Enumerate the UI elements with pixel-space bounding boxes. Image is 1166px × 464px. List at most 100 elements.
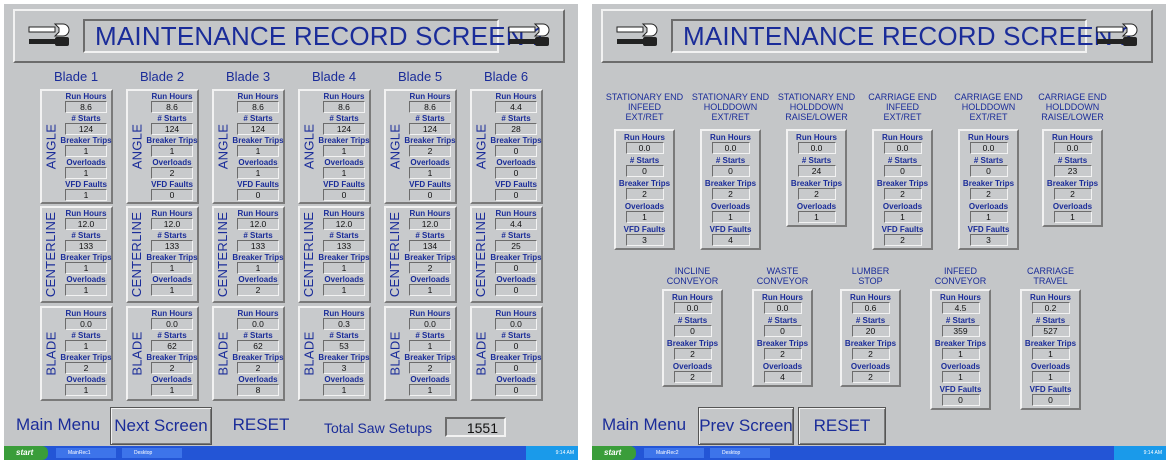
counter-label: Run Hours (151, 92, 193, 101)
counter-label: # Starts (157, 331, 187, 340)
start-button[interactable]: start (4, 446, 48, 460)
counter-block-blade: BLADE Run Hours 0.0 # Starts 0 Breaker Trips 0… (470, 306, 543, 401)
taskbar-item-desktop[interactable]: Desktop (710, 448, 770, 458)
group-label: ANGLE (42, 91, 60, 202)
counter-overloads: Overloads 1 (932, 362, 989, 383)
counter-value: 28 (495, 123, 537, 135)
counter-value: 2 (237, 284, 279, 296)
counter-value: 1 (65, 262, 107, 274)
counter-overloads: Overloads 0 (490, 375, 542, 396)
group-label-text: CENTERLINE (301, 211, 317, 298)
counter-label: Run Hours (323, 92, 365, 101)
taskbar-item-mainrec[interactable]: MainRec2 (644, 448, 704, 458)
counter-value: 134 (409, 240, 451, 252)
counter-value: 2 (409, 362, 451, 374)
taskbar-item-mainrec[interactable]: MainRec1 (56, 448, 116, 458)
counter-label: VFD Faults (967, 225, 1010, 234)
counter-breaker-trips: Breaker Trips 2 (664, 339, 721, 360)
counter-run-hours: Run Hours 8.6 (404, 92, 456, 113)
counter-starts: # Starts 62 (146, 331, 198, 352)
counter-label: Breaker Trips (490, 353, 542, 362)
counter-value: 3 (323, 362, 365, 374)
counter-label: # Starts (71, 231, 101, 240)
prev-screen-button[interactable]: Prev Screen (698, 407, 794, 445)
counter-label: # Starts (973, 156, 1004, 165)
counter-label: Breaker Trips (146, 253, 198, 262)
next-screen-button[interactable]: Next Screen (110, 407, 212, 445)
counter-block-centerline: CENTERLINE Run Hours 12.0 # Starts 133 Breake… (298, 206, 371, 303)
counter-run-hours: Run Hours 12.0 (404, 209, 456, 230)
counter-label: Overloads (672, 362, 713, 371)
counter-block: Run Hours 0.0 # Starts 24 Breaker Trips 2 Over… (786, 129, 847, 227)
counter-label: Overloads (882, 202, 923, 211)
counter-value: 0.0 (237, 318, 279, 330)
counter-value: 0.0 (763, 302, 802, 314)
counter-starts: # Starts 0 (664, 316, 721, 337)
counter-label: Overloads (152, 375, 192, 384)
wrench-icon (1093, 20, 1141, 52)
counter-value: 0.0 (495, 318, 537, 330)
counter-run-hours: Run Hours 0.0 (404, 309, 456, 330)
counter-label: Breaker Trips (962, 179, 1015, 188)
counter-label: # Starts (329, 114, 359, 123)
counter-label: Overloads (324, 158, 364, 167)
counter-label: Breaker Trips (618, 179, 671, 188)
counter-label: # Starts (157, 231, 187, 240)
counter-block-blade: BLADE Run Hours 0.0 # Starts 1 Breaker Trips 2… (40, 306, 113, 401)
counter-breaker-trips: Breaker Trips 2 (842, 339, 899, 360)
counter-block-blade: BLADE Run Hours 0.3 # Starts 53 Breaker Trips… (298, 306, 371, 401)
counter-value: 1 (1053, 211, 1092, 223)
group-heading-line: CARRIAGE END (1038, 92, 1107, 102)
counter-value: 0.0 (711, 142, 750, 154)
counter-value: 3 (625, 234, 664, 246)
group-heading-line: STOP (858, 276, 883, 286)
counter-label: Run Hours (850, 293, 891, 302)
counter-overloads: Overloads 1 (404, 158, 456, 179)
counter-value: 0.0 (797, 142, 836, 154)
counter-vfd-faults: VFD Faults 1 (60, 180, 112, 201)
counter-value: 12.0 (151, 218, 193, 230)
taskbar: start MainRec1 Desktop 9:14 AM (4, 446, 578, 460)
counter-starts: # Starts 0 (874, 156, 931, 177)
counter-value: 20 (851, 325, 890, 337)
counter-block: Run Hours 0.2 # Starts 527 Breaker Trips 1 Ove… (1020, 289, 1081, 410)
counter-breaker-trips: Breaker Trips 2 (874, 179, 931, 200)
counter-overloads: Overloads 1 (60, 158, 112, 179)
reset-button[interactable]: RESET (218, 407, 304, 445)
group-label: ANGLE (386, 91, 404, 202)
counter-label: Breaker Trips (404, 353, 456, 362)
main-menu-button[interactable]: Main Menu (8, 407, 108, 445)
counter-value: 124 (323, 123, 365, 135)
counter-starts: # Starts 53 (318, 331, 370, 352)
counter-label: Breaker Trips (232, 353, 284, 362)
group-heading-line: RAISE/LOWER (1041, 112, 1104, 122)
counter-value: 1 (409, 340, 451, 352)
group-heading-line: HOLDDOWN (961, 102, 1016, 112)
counter-breaker-trips: Breaker Trips 2 (754, 339, 811, 360)
counter-starts: # Starts 28 (490, 114, 542, 135)
group-heading-line: CONVEYOR (756, 276, 809, 286)
counter-run-hours: Run Hours 0.0 (788, 133, 845, 154)
counter-label: Breaker Trips (844, 339, 897, 348)
group-heading: LUMBER STOP (833, 266, 909, 286)
counter-starts: # Starts 23 (1044, 156, 1101, 177)
main-menu-button[interactable]: Main Menu (596, 407, 692, 445)
group-label-text: BLADE (215, 331, 231, 376)
counter-value: 1 (65, 167, 107, 179)
counter-value: 0.0 (883, 142, 922, 154)
counter-label: Overloads (324, 375, 364, 384)
group-heading-line: EXT/RET (625, 112, 664, 122)
counter-value: 1 (969, 211, 1008, 223)
counter-label: Run Hours (237, 209, 279, 218)
counter-label: Run Hours (1030, 293, 1071, 302)
taskbar-item-desktop[interactable]: Desktop (122, 448, 182, 458)
reset-button[interactable]: RESET (798, 407, 886, 445)
counter-run-hours: Run Hours 0.0 (754, 293, 811, 314)
counter-block-centerline: CENTERLINE Run Hours 12.0 # Starts 133 Breake… (212, 206, 285, 303)
counter-label: Overloads (850, 362, 891, 371)
counter-block-angle: ANGLE Run Hours 4.4 # Starts 28 Breaker Trips… (470, 89, 543, 204)
counter-label: Run Hours (151, 309, 193, 318)
start-button[interactable]: start (592, 446, 636, 460)
counter-run-hours: Run Hours 12.0 (318, 209, 370, 230)
counter-label: Overloads (496, 158, 536, 167)
